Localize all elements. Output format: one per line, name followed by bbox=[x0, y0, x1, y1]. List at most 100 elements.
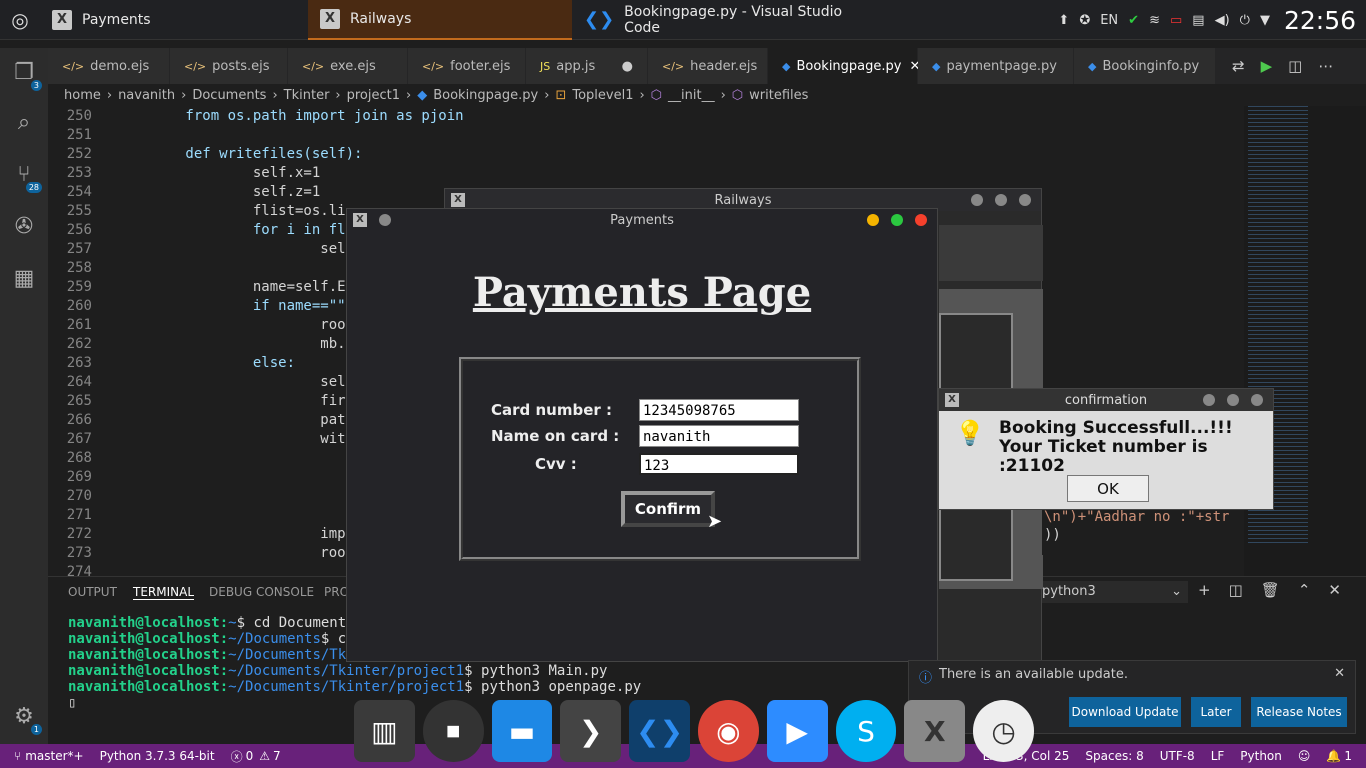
breadcrumb-item[interactable]: writefiles bbox=[749, 88, 808, 103]
line-ending[interactable]: LF bbox=[1211, 749, 1225, 763]
language-mode[interactable]: Python bbox=[1240, 749, 1282, 763]
task-vscode[interactable]: ❮❯ Bookingpage.py - Visual Studio Code bbox=[572, 0, 872, 40]
code-line[interactable]: else: bbox=[118, 355, 295, 371]
breadcrumb-item[interactable]: project1 bbox=[347, 88, 400, 103]
code-line[interactable]: from os.path import join as pjoin bbox=[118, 108, 463, 124]
git-branch[interactable]: master*+ bbox=[25, 749, 83, 763]
task-payments[interactable]: X Payments bbox=[40, 0, 308, 40]
accessibility-icon[interactable]: ✪ bbox=[1079, 13, 1090, 28]
name-on-card-field[interactable]: navanith bbox=[639, 425, 799, 447]
code-line[interactable]: flist=os.li bbox=[118, 203, 346, 219]
cvv-field[interactable]: 123 bbox=[639, 453, 799, 475]
x-app-icon[interactable]: X bbox=[904, 700, 966, 762]
breadcrumb-item[interactable]: __init__ bbox=[668, 88, 715, 103]
check-icon[interactable]: ✔ bbox=[1128, 13, 1139, 28]
tab-footer-ejs[interactable]: </> footer.ejs bbox=[408, 48, 526, 84]
skype-icon[interactable]: S bbox=[835, 700, 897, 762]
close-icon[interactable] bbox=[915, 214, 927, 226]
extensions-icon[interactable]: ▦ bbox=[10, 266, 38, 294]
error-count[interactable]: 0 bbox=[246, 749, 254, 763]
notification-count[interactable]: 1 bbox=[1344, 749, 1352, 763]
minimize-icon[interactable] bbox=[867, 214, 879, 226]
code-line[interactable]: self.x=1 bbox=[118, 165, 320, 181]
folder-icon[interactable]: ▬ bbox=[491, 700, 553, 762]
clock[interactable]: 22:56 bbox=[1284, 6, 1356, 35]
terminal-select[interactable]: python3 ⌄ bbox=[1038, 581, 1188, 603]
update-icon[interactable]: ⬆ bbox=[1058, 13, 1069, 28]
breadcrumb-item[interactable]: Bookingpage.py bbox=[433, 88, 538, 103]
usb-icon[interactable]: ▥ bbox=[354, 700, 415, 762]
minimize-icon[interactable] bbox=[1203, 394, 1215, 406]
wifi-icon[interactable]: ≋ bbox=[1149, 13, 1160, 28]
card-number-field[interactable]: 12345098765 bbox=[639, 399, 799, 421]
tab-header-ejs[interactable]: </> header.ejs bbox=[648, 48, 768, 84]
code-line[interactable]: roo bbox=[118, 317, 345, 333]
split-terminal-icon[interactable]: ◫ bbox=[1229, 581, 1243, 599]
payments-titlebar[interactable]: X Payments bbox=[347, 209, 937, 231]
add-terminal-icon[interactable]: + bbox=[1198, 581, 1211, 599]
code-line[interactable]: def writefiles(self): bbox=[118, 146, 362, 162]
language-indicator[interactable]: EN bbox=[1100, 13, 1118, 28]
maximize-icon[interactable] bbox=[1227, 394, 1239, 406]
feedback-icon[interactable]: ☺ bbox=[1298, 749, 1311, 763]
zoom-icon[interactable]: ▶ bbox=[766, 700, 828, 762]
close-panel-icon[interactable]: ✕ bbox=[1328, 581, 1341, 599]
close-icon[interactable] bbox=[1251, 394, 1263, 406]
minimize-icon[interactable] bbox=[971, 194, 983, 206]
tab-debug-console[interactable]: DEBUG CONSOLE bbox=[209, 585, 314, 599]
code-line[interactable]: fir bbox=[118, 393, 345, 409]
release-notes-button[interactable]: Release Notes bbox=[1251, 697, 1347, 727]
breadcrumb-item[interactable]: Tkinter bbox=[284, 88, 330, 103]
pin-icon[interactable] bbox=[379, 214, 391, 226]
code-line[interactable]: for i in fl bbox=[118, 222, 346, 238]
more-icon[interactable]: ⋯ bbox=[1318, 57, 1333, 75]
code-line[interactable]: wit bbox=[118, 431, 345, 447]
code-line[interactable]: pat bbox=[118, 412, 345, 428]
ok-button[interactable]: OK bbox=[1067, 475, 1149, 502]
tab-bookinginfo-py[interactable]: ◆ Bookinginfo.py bbox=[1074, 48, 1216, 84]
search-icon[interactable]: ⌕ bbox=[10, 110, 38, 138]
code-line[interactable]: sel bbox=[118, 374, 345, 390]
chrome-icon[interactable]: ◉ bbox=[697, 700, 759, 762]
terminal-icon[interactable]: ❯ bbox=[560, 700, 622, 762]
code-line[interactable]: roo bbox=[118, 545, 345, 561]
trash-icon[interactable]: 🗑 bbox=[1261, 581, 1280, 599]
volume-icon[interactable]: ◀) bbox=[1215, 13, 1230, 28]
explorer-icon[interactable]: ❐ 3 bbox=[10, 60, 42, 91]
code-line[interactable]: if name=="" bbox=[118, 298, 346, 314]
tab-app-js[interactable]: JS app.js ● bbox=[526, 48, 648, 84]
code-line[interactable]: impo bbox=[118, 526, 354, 542]
breadcrumb-item[interactable]: navanith bbox=[118, 88, 175, 103]
debug-icon[interactable]: ✇ bbox=[10, 214, 38, 242]
encoding[interactable]: UTF-8 bbox=[1160, 749, 1195, 763]
breadcrumb-item[interactable]: Documents bbox=[192, 88, 266, 103]
tab-paymentpage-py[interactable]: ◆ paymentpage.py bbox=[918, 48, 1074, 84]
breadcrumb-item[interactable]: Toplevel1 bbox=[572, 88, 633, 103]
confirmation-titlebar[interactable]: X confirmation bbox=[939, 389, 1273, 411]
settings-gear-icon[interactable]: ⚙ 1 bbox=[10, 704, 42, 735]
run-icon[interactable]: ▶ bbox=[1261, 57, 1273, 75]
python-interpreter[interactable]: Python 3.7.3 64-bit bbox=[100, 749, 215, 763]
warning-count[interactable]: 7 bbox=[273, 749, 281, 763]
chevron-up-icon[interactable]: ⌃ bbox=[1298, 581, 1311, 599]
clipboard-icon[interactable]: ▤ bbox=[1192, 13, 1204, 28]
indentation[interactable]: Spaces: 8 bbox=[1085, 749, 1143, 763]
code-line[interactable]: self.z=1 bbox=[118, 184, 320, 200]
record-icon[interactable]: ⏹ bbox=[422, 700, 484, 762]
tab-bookingpage-py[interactable]: ◆ Bookingpage.py ✕ bbox=[768, 48, 920, 84]
source-control-icon[interactable]: ⑂ 28 bbox=[10, 162, 42, 193]
download-update-button[interactable]: Download Update bbox=[1069, 697, 1181, 727]
tab-output[interactable]: OUTPUT bbox=[68, 585, 117, 599]
code-line[interactable]: name=self.E bbox=[118, 279, 346, 295]
breadcrumb-item[interactable]: home bbox=[64, 88, 101, 103]
battery-icon[interactable]: ▭ bbox=[1170, 13, 1182, 28]
code-line[interactable]: mb. bbox=[118, 336, 345, 352]
power-icon[interactable]: ⏻ bbox=[1240, 13, 1250, 28]
task-railways[interactable]: X Railways bbox=[308, 0, 572, 40]
clock-icon[interactable]: ◷ bbox=[973, 700, 1034, 762]
vscode-icon[interactable]: ❮❯ bbox=[629, 700, 690, 762]
compare-icon[interactable]: ⇄ bbox=[1232, 57, 1245, 75]
unsaved-dot-icon[interactable]: ● bbox=[622, 59, 633, 74]
close-icon[interactable]: ✕ bbox=[1334, 666, 1345, 681]
tab-demo-ejs[interactable]: </> demo.ejs bbox=[48, 48, 170, 84]
